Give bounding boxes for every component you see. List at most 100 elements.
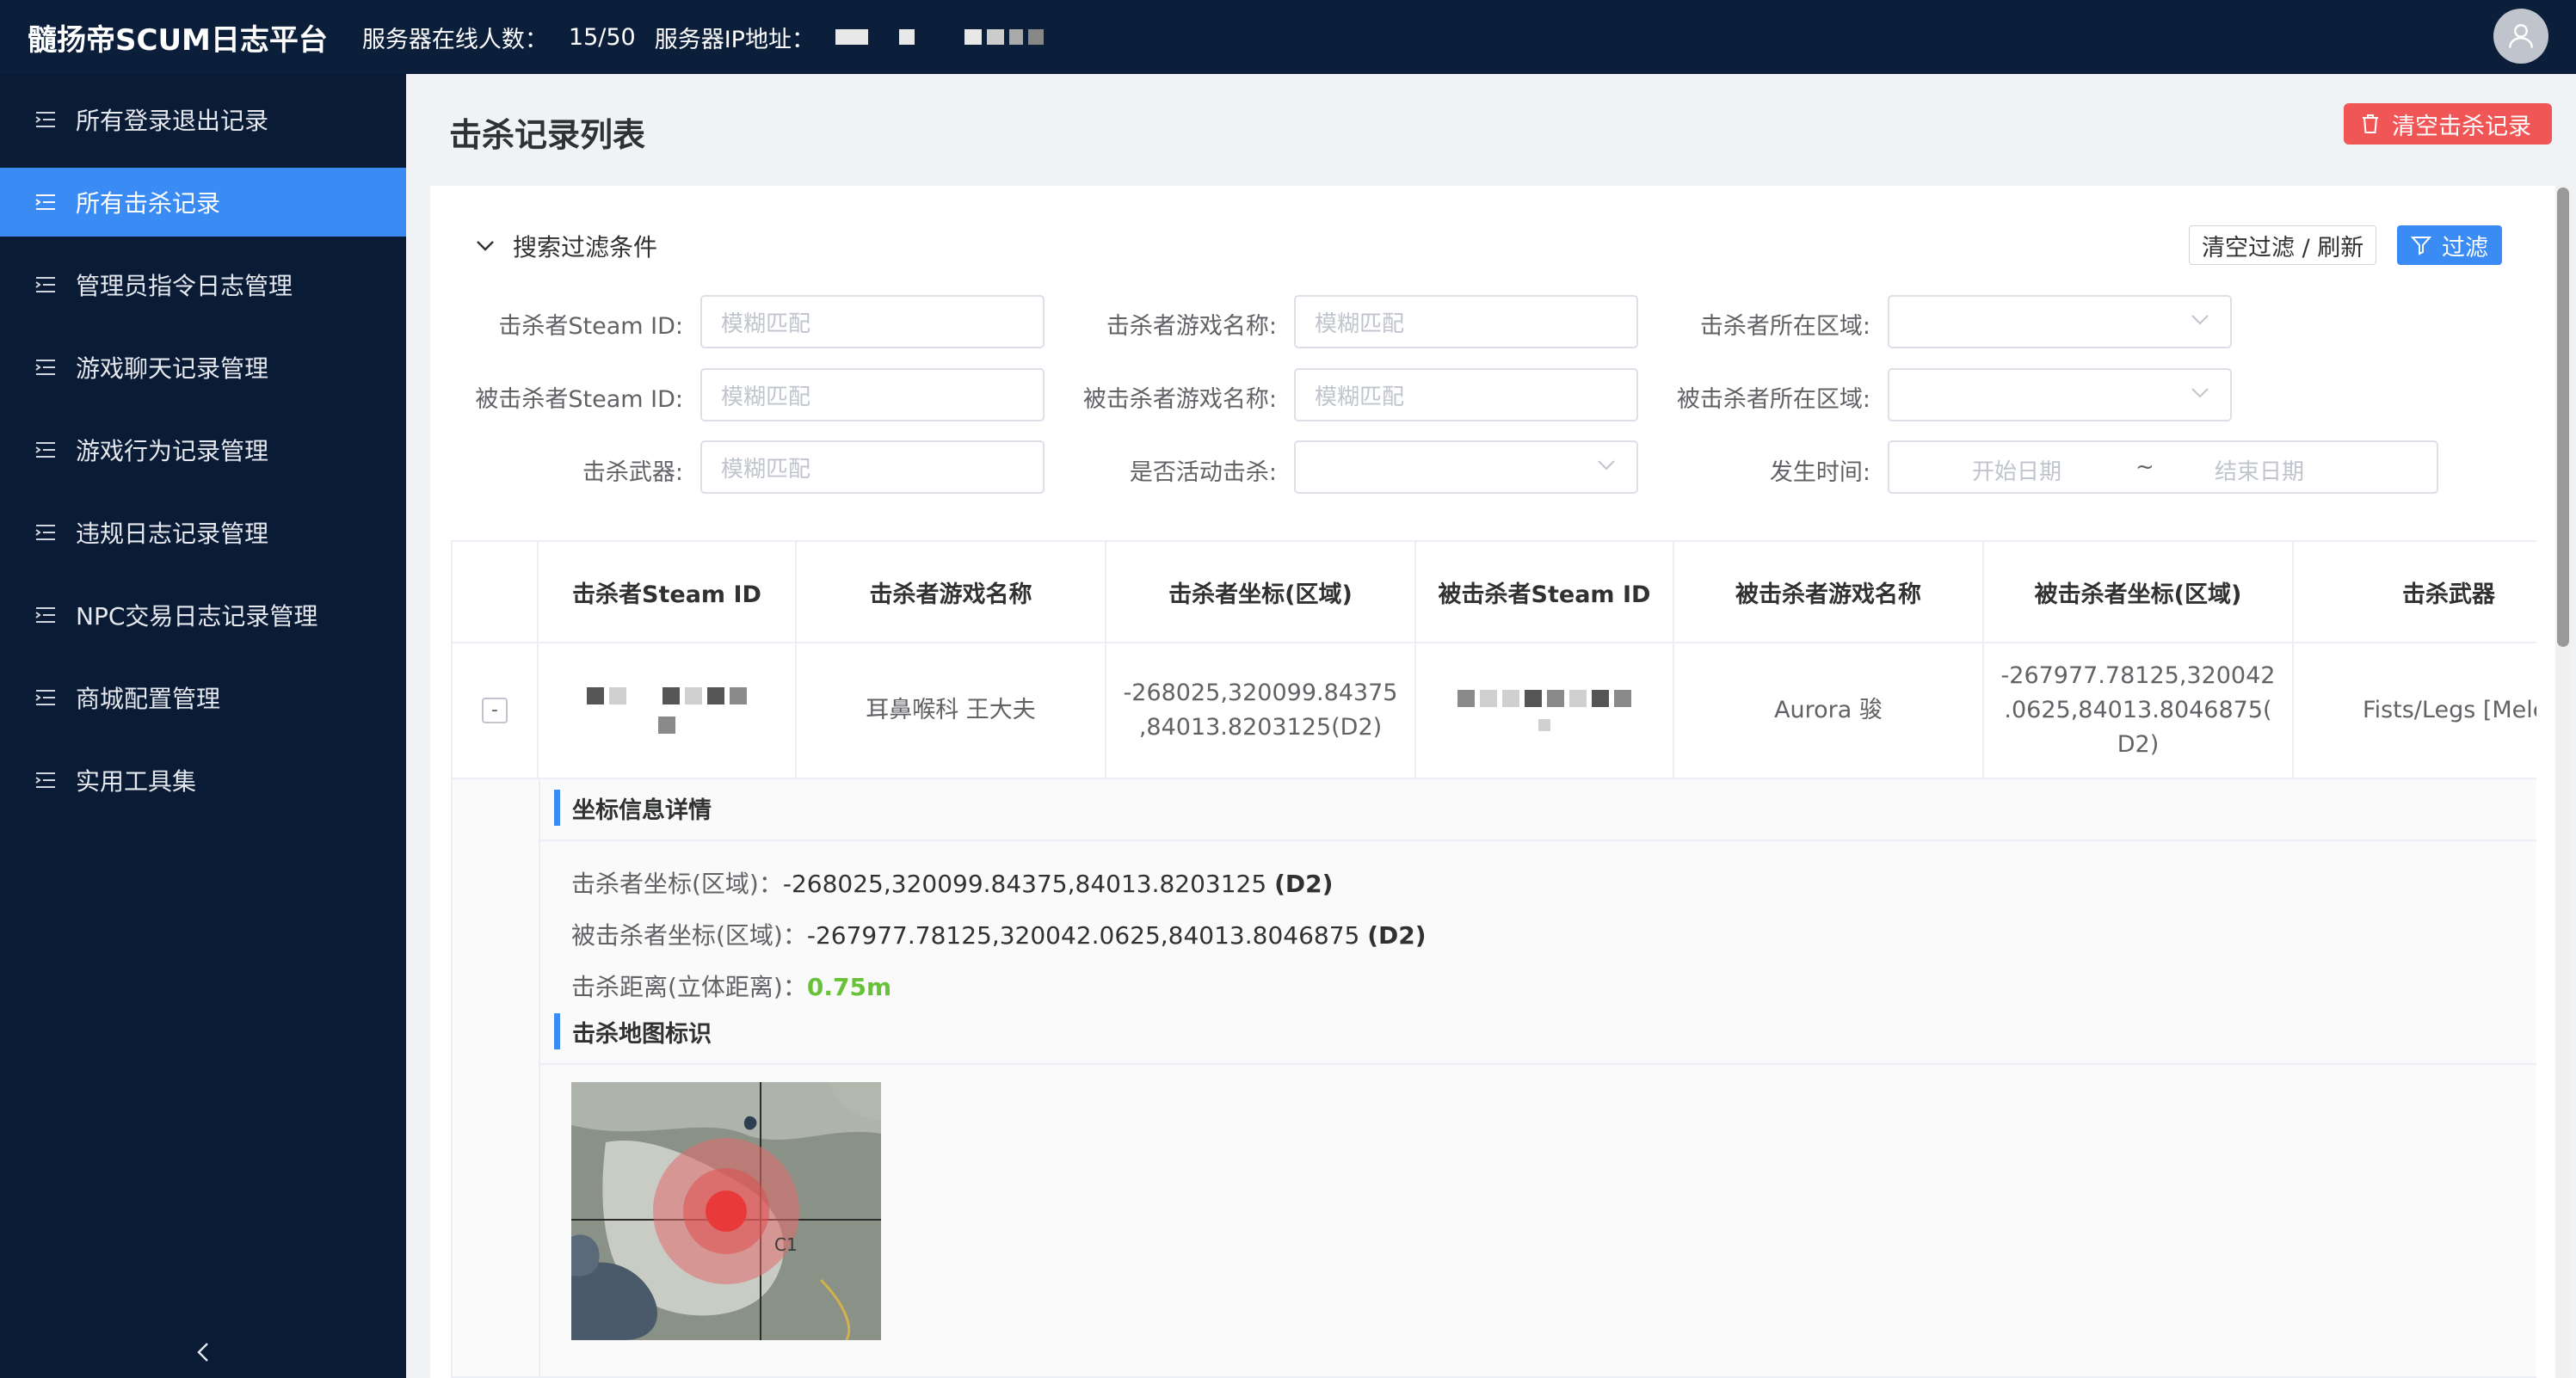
killer-steam-id-input[interactable]: 模糊匹配 — [700, 295, 1045, 348]
victim-name-label: 被击杀者游戏名称: — [1082, 386, 1277, 413]
victim-coord-cell: -267977.78125,320042 .0625,84013.8046875… — [1984, 643, 2294, 779]
sidebar-item-chat[interactable]: 游戏聊天记录管理 — [0, 333, 406, 402]
killer-coord-detail-label: 击杀者坐标(区域)： — [571, 870, 783, 898]
list-icon — [35, 525, 55, 540]
list-icon — [35, 112, 55, 127]
victim-coord-detail-value: -267977.78125,320042.0625,84013.8046875 — [806, 921, 1360, 950]
chevron-left-icon — [197, 1343, 208, 1362]
kill-map-image[interactable]: C1 — [571, 1082, 881, 1340]
weapon-placeholder: 模糊匹配 — [721, 456, 811, 483]
victim-steam-id-redacted — [1457, 690, 1631, 707]
coord-detail-section-title: 坐标信息详情 — [554, 790, 712, 826]
killer-coord-detail-area: (D2) — [1274, 870, 1334, 898]
sidebar-item-admin-commands[interactable]: 管理员指令日志管理 — [0, 250, 406, 319]
chevron-down-icon — [2191, 388, 2209, 398]
weapon-label: 击杀武器: — [582, 459, 683, 486]
sidebar-item-label: 实用工具集 — [76, 767, 197, 796]
killer-name-label: 击杀者游戏名称: — [1106, 313, 1277, 340]
scrollbar-thumb[interactable] — [2557, 188, 2569, 647]
kills-table: 击杀者Steam ID 击杀者游戏名称 击杀者坐标(区域) 被击杀者Steam … — [451, 540, 2536, 1378]
start-date-placeholder: 开始日期 — [1972, 459, 2062, 485]
date-separator: ~ — [2135, 454, 2154, 480]
sidebar-item-kills[interactable]: 所有击杀记录 — [0, 168, 406, 237]
column-header[interactable]: 被击杀者Steam ID — [1416, 542, 1674, 643]
killer-area-label: 击杀者所在区域: — [1699, 313, 1870, 340]
victim-coord-detail-area: (D2) — [1367, 921, 1427, 950]
sidebar-item-login-logout[interactable]: 所有登录退出记录 — [0, 85, 406, 154]
victim-steam-id-cell — [1416, 643, 1674, 779]
kill-map-section-title: 击杀地图标识 — [554, 1013, 712, 1049]
killer-coord-detail-value: -268025,320099.84375,84013.8203125 — [782, 870, 1267, 898]
sidebar-item-label: 管理员指令日志管理 — [76, 272, 293, 300]
clear-kills-button[interactable]: 清空击杀记录 — [2344, 103, 2552, 145]
server-ip-label: 服务器IP地址： — [654, 26, 815, 53]
killer-steam-id-redacted-2 — [658, 717, 675, 734]
reset-refresh-label: 清空过滤 / 刷新 — [2202, 234, 2364, 261]
expanded-row-detail: 坐标信息详情 击杀者坐标(区域)：-268025,320099.84375,84… — [539, 779, 2536, 1376]
victim-coord-line: .0625,84013.8046875( — [2004, 697, 2272, 723]
killer-name-input[interactable]: 模糊匹配 — [1294, 295, 1638, 348]
chevron-down-icon — [477, 241, 494, 251]
sidebar-item-behavior[interactable]: 游戏行为记录管理 — [0, 415, 406, 484]
weapon-input[interactable]: 模糊匹配 — [700, 440, 1045, 494]
column-header[interactable]: 被击杀者游戏名称 — [1674, 542, 1984, 643]
chevron-down-icon — [1598, 460, 1615, 471]
kill-map-graphic: C1 — [571, 1082, 881, 1340]
online-count-label: 服务器在线人数： — [361, 26, 548, 53]
expanded-row-gutter — [453, 779, 539, 1376]
victim-steam-id-redacted-2 — [1538, 719, 1550, 731]
list-icon — [35, 277, 55, 292]
list-icon — [35, 607, 55, 623]
killer-steam-id-label: 击杀者Steam ID: — [498, 313, 683, 340]
page-title: 击杀记录列表 — [449, 116, 646, 154]
sidebar-item-violations[interactable]: 违规日志记录管理 — [0, 498, 406, 567]
top-bar: 髓扬帝SCUM日志平台 服务器在线人数： 15/50 服务器IP地址： — [0, 0, 2576, 74]
filter-button-label: 过滤 — [2442, 234, 2488, 261]
filter-icon — [2411, 237, 2431, 255]
column-header[interactable]: 击杀者游戏名称 — [797, 542, 1106, 643]
sidebar-item-label: NPC交易日志记录管理 — [76, 602, 318, 631]
killer-name-placeholder: 模糊匹配 — [1315, 311, 1405, 337]
list-icon — [35, 772, 55, 788]
killer-area-select[interactable] — [1888, 295, 2232, 348]
sidebar-item-shop-config[interactable]: 商城配置管理 — [0, 663, 406, 732]
killer-coord-line: ,84013.8203125(D2) — [1138, 714, 1383, 741]
killer-name-cell: 耳鼻喉科 王大夫 — [797, 643, 1106, 779]
kill-map-title-text: 击杀地图标识 — [572, 1020, 712, 1048]
reset-refresh-button[interactable]: 清空过滤 / 刷新 — [2189, 225, 2377, 265]
event-kill-select[interactable] — [1294, 440, 1638, 494]
victim-name-input[interactable]: 模糊匹配 — [1294, 368, 1638, 421]
victim-area-select[interactable] — [1888, 368, 2232, 421]
sidebar-item-label: 所有登录退出记录 — [76, 107, 269, 135]
user-avatar[interactable] — [2493, 9, 2548, 64]
victim-name-cell: Aurora 骏 — [1674, 643, 1984, 779]
victim-steam-id-label: 被击杀者Steam ID: — [475, 386, 683, 413]
column-header[interactable]: 击杀者坐标(区域) — [1106, 542, 1416, 643]
victim-steam-id-input[interactable]: 模糊匹配 — [700, 368, 1045, 421]
sidebar-item-tools[interactable]: 实用工具集 — [0, 746, 406, 815]
date-range-picker[interactable]: 开始日期 ~ 结束日期 — [1888, 440, 2438, 494]
filter-toggle[interactable]: 搜索过滤条件 — [475, 229, 657, 263]
sidebar-collapse-button[interactable] — [188, 1337, 219, 1368]
victim-name-placeholder: 模糊匹配 — [1315, 384, 1405, 410]
weapon-cell: Fists/Legs [Mele — [2294, 643, 2536, 779]
row-collapse-toggle[interactable]: - — [482, 698, 508, 723]
filter-button[interactable]: 过滤 — [2397, 225, 2502, 265]
killer-steam-id-placeholder: 模糊匹配 — [721, 311, 811, 337]
end-date-placeholder: 结束日期 — [2215, 459, 2305, 485]
sidebar-item-label: 违规日志记录管理 — [76, 520, 269, 548]
column-header[interactable]: 击杀武器 — [2294, 542, 2536, 643]
killer-coord-line: -268025,320099.84375 — [1123, 680, 1398, 706]
victim-coord-line: -267977.78125,320042 — [2000, 662, 2276, 689]
sidebar-item-label: 游戏聊天记录管理 — [76, 354, 269, 383]
killer-steam-id-redacted — [587, 687, 747, 704]
column-header[interactable]: 击杀者Steam ID — [539, 542, 797, 643]
kill-distance-detail: 击杀距离(立体距离)：0.75m — [571, 969, 891, 1003]
filter-header-label: 搜索过滤条件 — [513, 233, 658, 261]
app-title: 髓扬帝SCUM日志平台 — [28, 22, 328, 58]
column-header[interactable]: 被击杀者坐标(区域) — [1984, 542, 2294, 643]
kill-distance-value: 0.75m — [806, 973, 892, 1001]
sidebar-item-npc-trade[interactable]: NPC交易日志记录管理 — [0, 581, 406, 649]
killer-coord-detail: 击杀者坐标(区域)：-268025,320099.84375,84013.820… — [571, 865, 1333, 900]
sidebar-item-label: 商城配置管理 — [76, 685, 221, 713]
